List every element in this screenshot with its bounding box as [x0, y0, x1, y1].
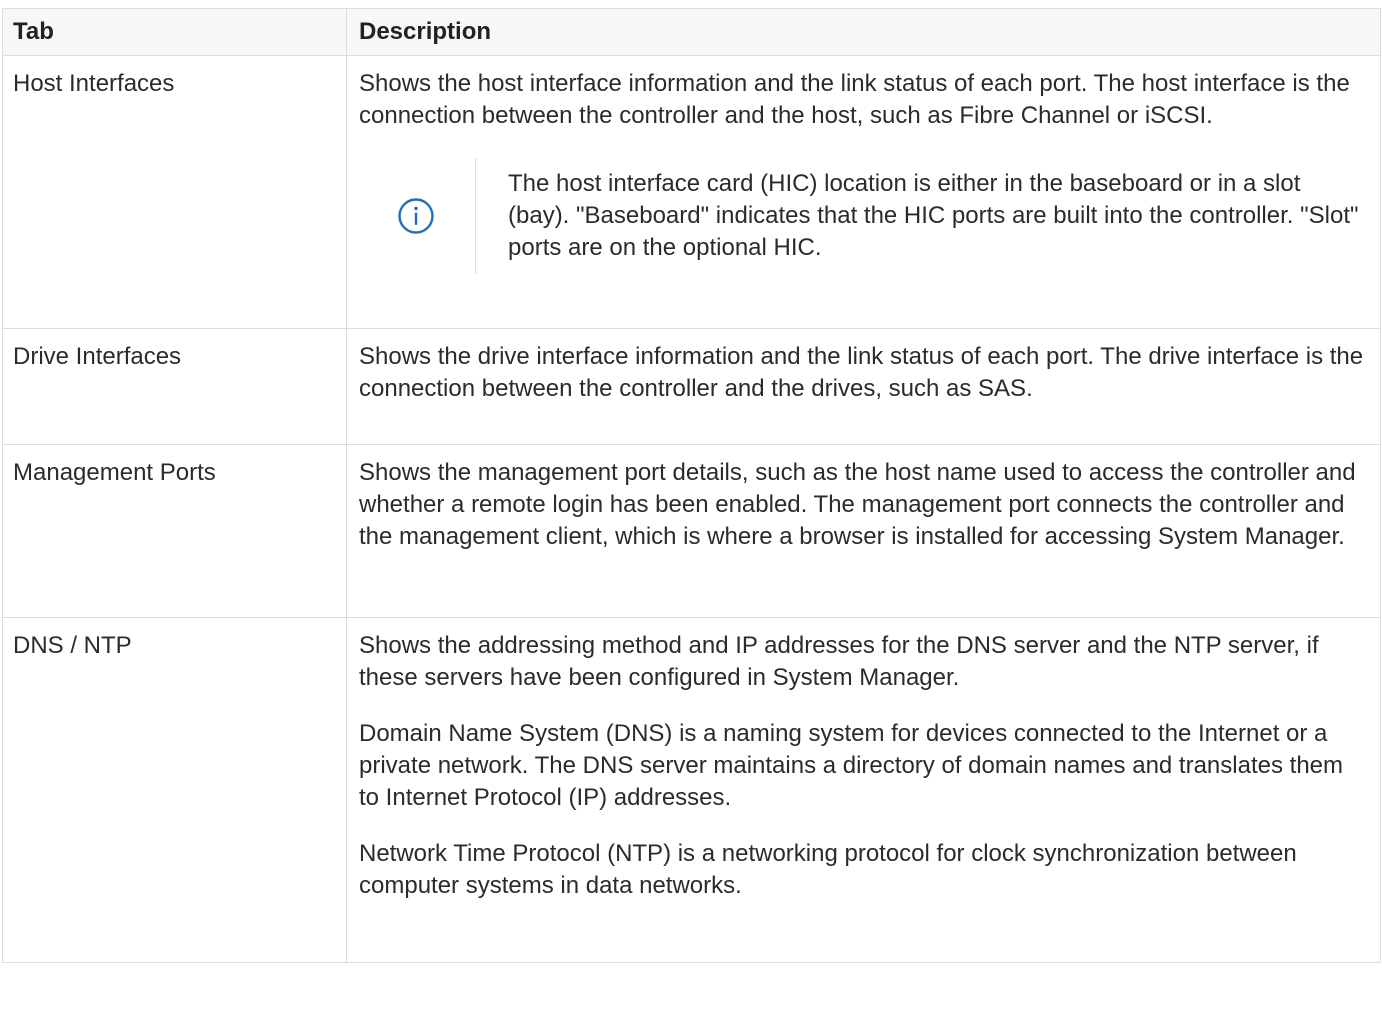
description-cell: Shows the addressing method and IP addre…	[346, 617, 1381, 963]
tab-name-cell: DNS / NTP	[2, 617, 347, 963]
description-paragraph: Shows the addressing method and IP addre…	[359, 632, 1319, 691]
table-row: Drive Interfaces Shows the drive interfa…	[2, 328, 1381, 445]
info-note: The host interface card (HIC) location i…	[359, 158, 1366, 274]
description-cell: Shows the management port details, such …	[346, 444, 1381, 618]
description-paragraph: Network Time Protocol (NTP) is a network…	[359, 840, 1297, 899]
column-header-tab: Tab	[2, 8, 347, 56]
tab-name-cell: Drive Interfaces	[2, 328, 347, 445]
description-cell: Shows the host interface information and…	[346, 55, 1381, 329]
tab-name-cell: Host Interfaces	[2, 55, 347, 329]
description-cell: Shows the drive interface information an…	[346, 328, 1381, 445]
table-row: DNS / NTP Shows the addressing method an…	[2, 617, 1381, 963]
table-row: Host Interfaces Shows the host interface…	[2, 55, 1381, 329]
table-header-row: Tab Description	[2, 8, 1381, 56]
description-paragraph: Domain Name System (DNS) is a naming sys…	[359, 720, 1343, 811]
description-paragraph: Shows the host interface information and…	[359, 70, 1350, 129]
table-row: Management Ports Shows the management po…	[2, 444, 1381, 618]
description-paragraph: Shows the drive interface information an…	[359, 343, 1364, 402]
note-icon-column	[359, 158, 476, 274]
tab-name-cell: Management Ports	[2, 444, 347, 618]
description-paragraph: Shows the management port details, such …	[359, 459, 1356, 550]
tab-description-table: Tab Description Host Interfaces Shows th…	[2, 8, 1381, 963]
note-text: The host interface card (HIC) location i…	[508, 170, 1359, 261]
column-header-description: Description	[346, 8, 1381, 56]
info-icon	[398, 198, 434, 234]
